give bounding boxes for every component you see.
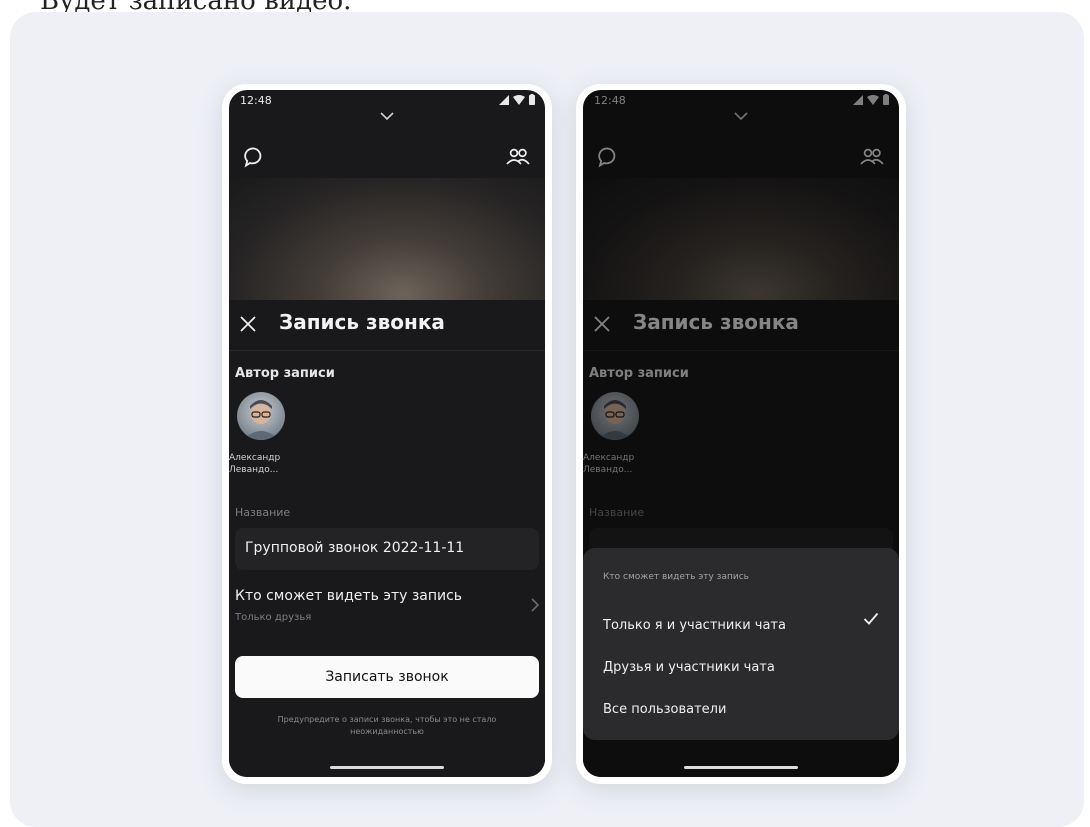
status-time: 12:48 xyxy=(240,94,272,107)
option-label: Только я и участники чата xyxy=(603,618,786,633)
status-bar: 12:48 xyxy=(229,90,545,114)
wifi-icon xyxy=(513,94,525,105)
visibility-menu-title: Кто сможет видеть эту запись xyxy=(603,572,749,582)
sheet-title: Запись звонка xyxy=(279,310,445,334)
visibility-option-friends[interactable]: Друзья и участники чата xyxy=(603,656,885,684)
home-indicator xyxy=(330,766,444,769)
visibility-option-chat-only[interactable]: Только я и участники чата xyxy=(603,612,885,642)
privacy-title: Кто сможет видеть эту запись xyxy=(235,588,463,604)
phone-screen-left: 12:48 Запись звонка Автор записи Алексан… xyxy=(229,90,545,777)
name-label: Название xyxy=(235,506,291,519)
privacy-value: Только друзья xyxy=(235,612,312,623)
people-icon[interactable] xyxy=(505,146,531,168)
warning-hint: Предупредите о записи звонка, чтобы это … xyxy=(277,715,497,736)
visibility-menu: Кто сможет видеть эту запись Только я и … xyxy=(583,548,899,740)
battery-icon xyxy=(529,94,535,105)
check-icon xyxy=(863,612,879,625)
phone-right: 12:48 Запись звонка Автор записи Алексан… xyxy=(576,84,906,784)
name-field[interactable]: Групповой звонок 2022-11-11 xyxy=(235,528,539,570)
record-call-button[interactable]: Записать звонок xyxy=(235,656,539,698)
status-icons xyxy=(499,94,535,105)
name-field-value: Групповой звонок 2022-11-11 xyxy=(245,540,465,556)
illustration-panel: 12:48 Запись звонка Автор записи Алексан… xyxy=(10,12,1084,827)
home-indicator xyxy=(684,766,798,769)
signal-icon xyxy=(499,94,509,105)
visibility-option-all-users[interactable]: Все пользователи xyxy=(603,698,885,726)
chevron-right-icon xyxy=(531,598,539,612)
video-preview xyxy=(229,178,545,300)
avatar[interactable] xyxy=(237,392,285,440)
phone-left: 12:48 Запись звонка Автор записи Алексан… xyxy=(222,84,552,784)
option-label: Друзья и участники чата xyxy=(603,660,775,675)
phone-screen-right: 12:48 Запись звонка Автор записи Алексан… xyxy=(583,90,899,777)
chevron-down-icon[interactable] xyxy=(380,112,394,120)
privacy-setting-row[interactable]: Кто сможет видеть эту запись Только друз… xyxy=(229,582,545,632)
close-icon[interactable] xyxy=(239,315,257,333)
avatar-photo xyxy=(243,400,279,440)
author-name: Александр Левандо... xyxy=(229,453,281,475)
sheet-header: Запись звонка xyxy=(229,300,545,351)
chat-bubble-icon[interactable] xyxy=(243,146,265,168)
record-call-sheet: Запись звонка Автор записи Александр Лев… xyxy=(229,300,545,777)
author-label: Автор записи xyxy=(235,366,335,381)
option-label: Все пользователи xyxy=(603,702,727,717)
